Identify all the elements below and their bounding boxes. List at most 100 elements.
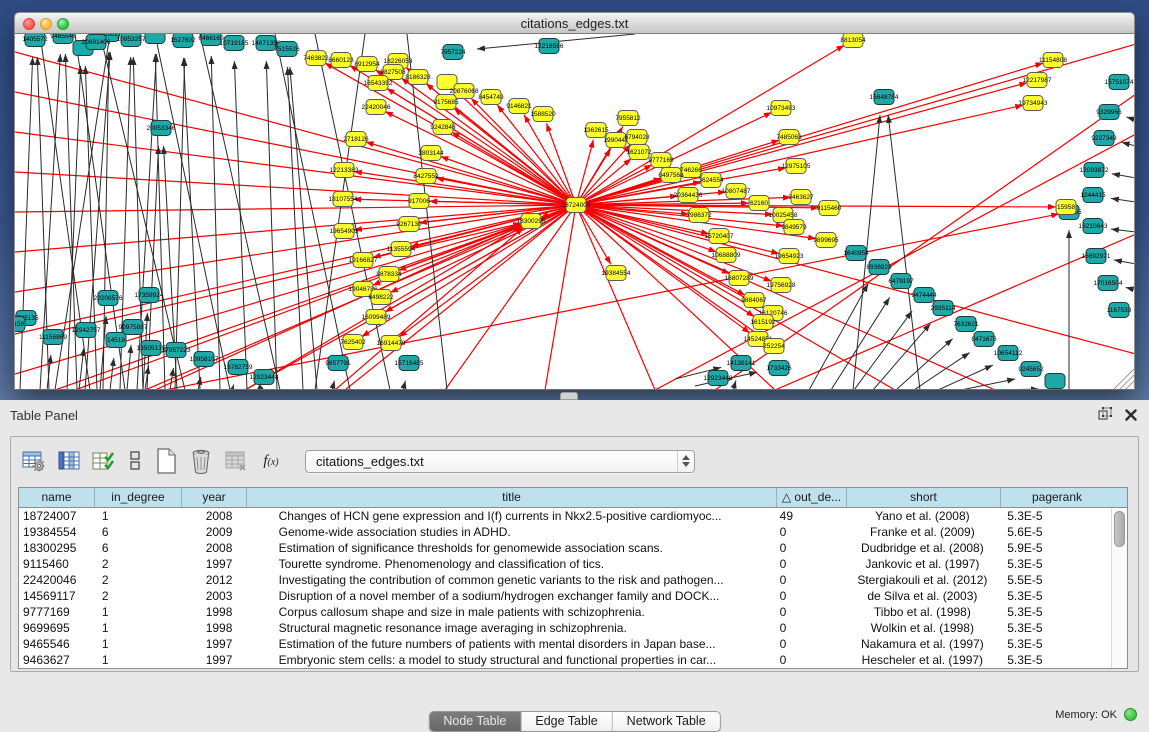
- cell-year: 1998: [182, 620, 247, 636]
- dropdown-stepper-icon[interactable]: [677, 451, 694, 472]
- graph-node-label: 16914479: [377, 340, 406, 347]
- tab-edge-table[interactable]: Edge Table: [521, 712, 612, 731]
- graph-edge: [175, 58, 185, 390]
- graph-node-label: 17957223: [162, 347, 191, 354]
- graph-node[interactable]: [1045, 374, 1065, 389]
- graph-node-label: 9474444: [911, 292, 937, 299]
- cell-pagerank: 5.3E-5: [999, 588, 1111, 604]
- tab-network-table[interactable]: Network Table: [613, 712, 720, 731]
- table-settings-icon[interactable]: [19, 447, 49, 475]
- function-builder-icon[interactable]: f(x): [256, 447, 286, 475]
- cell-name: 22420046: [19, 572, 95, 588]
- graph-edge: [200, 34, 280, 390]
- cell-year: 2012: [182, 572, 247, 588]
- graph-node-label: 8471676: [971, 336, 997, 343]
- cell-pagerank: 5.3E-5: [999, 636, 1111, 652]
- cell-out_de: 49: [776, 508, 846, 524]
- row-select-icon[interactable]: [89, 447, 119, 475]
- table-row[interactable]: 2242004622012Investigating the contribut…: [19, 572, 1111, 588]
- resize-grip-icon[interactable]: [1113, 369, 1134, 390]
- vertical-scrollbar[interactable]: [1111, 508, 1127, 668]
- new-table-icon[interactable]: [151, 447, 181, 475]
- graph-node-label: 6497568: [658, 172, 684, 179]
- cell-in_degree: 1: [95, 652, 182, 668]
- column-header-title[interactable]: title: [247, 488, 777, 507]
- cell-out_de: 0: [776, 652, 846, 668]
- graph-node-label: 12975105: [782, 163, 811, 170]
- cell-year: 2008: [182, 508, 247, 524]
- table-row[interactable]: 969969511998Structural magnetic resonanc…: [19, 620, 1111, 636]
- graph-node-label: 1527602: [170, 37, 196, 44]
- cell-title: Estimation of the future numbers of pati…: [247, 636, 776, 652]
- graph-node-label: 19654903: [330, 228, 359, 235]
- close-icon[interactable]: [1125, 408, 1137, 426]
- rows-icon[interactable]: [124, 447, 146, 475]
- scrollbar-thumb[interactable]: [1114, 511, 1125, 547]
- graph-node-label: 16543392: [364, 80, 393, 87]
- network-window[interactable]: citations_edges.txt 14055729465546946362…: [14, 12, 1135, 390]
- table-row[interactable]: 946554611997Estimation of the future num…: [19, 636, 1111, 652]
- cell-short: Franke et al. (2009): [846, 524, 1000, 540]
- graph-node-label: 10958107: [190, 356, 219, 363]
- resize-grip-icon[interactable]: [1119, 375, 1134, 390]
- cell-out_de: 0: [776, 588, 846, 604]
- cell-in_degree: 1: [95, 620, 182, 636]
- graph-node-label: 7485063: [776, 134, 802, 141]
- cell-out_de: 0: [776, 572, 846, 588]
- graph-edge: [576, 205, 1135, 354]
- tab-node-table[interactable]: Node Table: [429, 712, 521, 731]
- graph-node-label: 8912954: [354, 61, 380, 68]
- table-row[interactable]: 946362711997Embryonic stem cells: a mode…: [19, 652, 1111, 668]
- cell-name: 19384554: [19, 524, 95, 540]
- graph-node-label: 14519: [107, 337, 125, 344]
- graph-edge: [127, 345, 131, 390]
- cell-title: Investigating the contribution of common…: [247, 572, 776, 588]
- column-header-name[interactable]: name: [19, 488, 95, 507]
- cell-short: Stergiakouli et al. (2012): [846, 572, 1000, 588]
- graph-node-label: 18107554: [329, 196, 358, 203]
- graph-node-label: 8427552: [413, 173, 439, 180]
- graph-edge: [403, 381, 405, 390]
- table-row[interactable]: 1938455462009Genome-wide association stu…: [19, 524, 1111, 540]
- float-panel-icon[interactable]: [1098, 407, 1113, 426]
- graph-edge: [232, 384, 234, 390]
- cell-short: Nakamura et al. (1997): [846, 636, 1000, 652]
- graph-node[interactable]: [145, 34, 165, 44]
- table-panel-box: f(x) citations_edges.txt namein_degreeye…: [10, 436, 1139, 672]
- column-header-pagerank[interactable]: pagerank: [1001, 488, 1113, 507]
- graph-edge: [183, 58, 200, 390]
- cell-year: 1997: [182, 636, 247, 652]
- column-header-short[interactable]: short: [847, 488, 1001, 507]
- graph-node-label: 1362615: [583, 127, 609, 134]
- cell-in_degree: 1: [95, 508, 182, 524]
- citation-graph[interactable]: 1405572946554694636272069140610953257152…: [15, 34, 1135, 390]
- column-select-icon[interactable]: [54, 447, 84, 475]
- table-selector-dropdown[interactable]: citations_edges.txt: [305, 450, 695, 473]
- network-window-titlebar[interactable]: citations_edges.txt: [14, 12, 1135, 34]
- column-header-out_de[interactable]: △ out_de...: [777, 488, 847, 507]
- delete-icon[interactable]: [186, 447, 216, 475]
- table-row[interactable]: 1830029562008Estimation of significance …: [19, 540, 1111, 556]
- cell-pagerank: 5.9E-5: [999, 540, 1111, 556]
- import-table-icon[interactable]: [221, 447, 251, 475]
- table-row[interactable]: 1456911722003Disruption of a novel membe…: [19, 588, 1111, 604]
- cell-short: Wolkin et al. (1998): [846, 620, 1000, 636]
- table-header-row[interactable]: namein_degreeyeartitle△ out_de...shortpa…: [19, 488, 1127, 508]
- graph-node-label: 9899695: [813, 237, 839, 244]
- graph-node-label: 1244415: [1080, 192, 1106, 199]
- table-row[interactable]: 911546021997Tourette syndrome. Phenomeno…: [19, 556, 1111, 572]
- graph-node-label: 19654923: [775, 253, 804, 260]
- graph-edge: [576, 44, 1135, 205]
- cell-year: 1998: [182, 604, 247, 620]
- graph-node-label: 14136141: [727, 360, 756, 367]
- table-row[interactable]: 977716911998Corpus callosum shape and si…: [19, 604, 1111, 620]
- graph-node-label: 10654112: [994, 350, 1023, 357]
- network-canvas[interactable]: 1405572946554694636272069140610953257152…: [14, 34, 1135, 390]
- column-header-in_degree[interactable]: in_degree: [95, 488, 182, 507]
- graph-edge: [896, 339, 953, 390]
- splitter-handle[interactable]: [560, 392, 578, 400]
- graph-node-label: 22420046: [362, 104, 391, 111]
- column-header-year[interactable]: year: [182, 488, 247, 507]
- table-row[interactable]: 1872400712008Changes of HCN gene express…: [19, 508, 1111, 524]
- graph-edge: [155, 34, 230, 390]
